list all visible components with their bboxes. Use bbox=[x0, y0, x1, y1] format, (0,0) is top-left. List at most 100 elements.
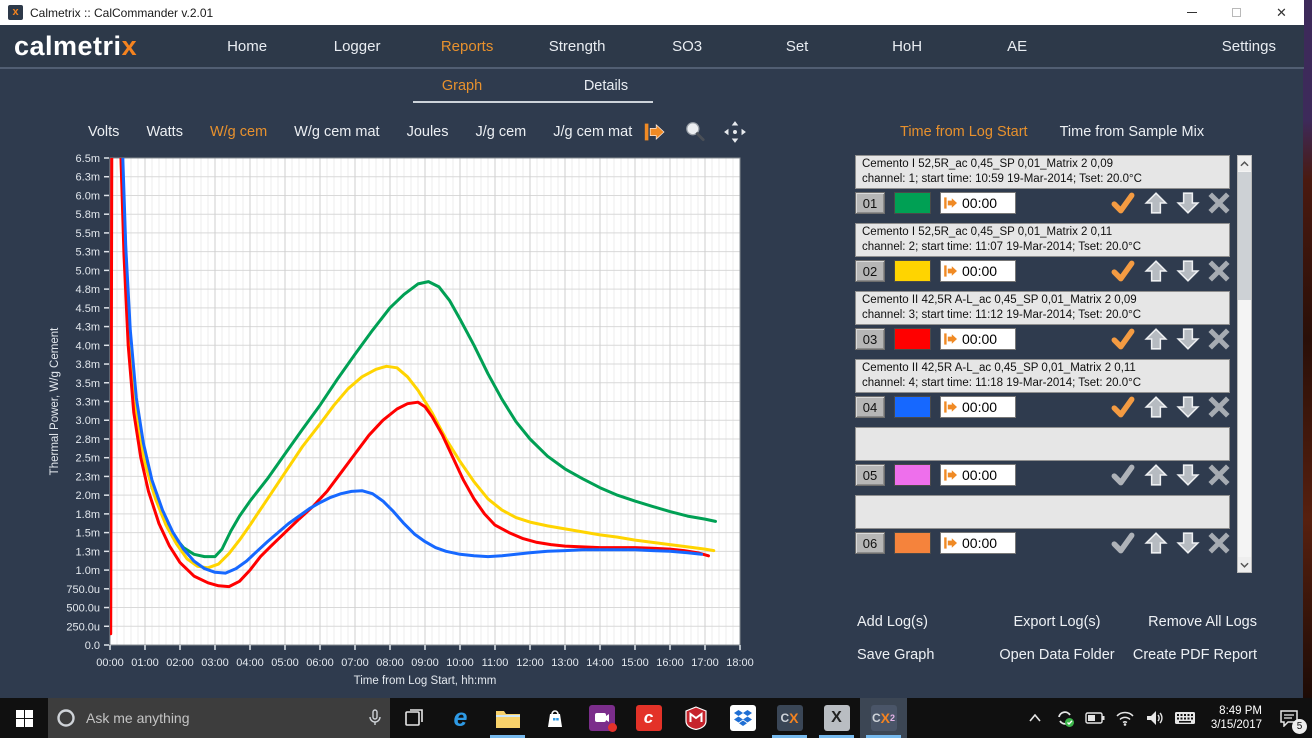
messaging-app-icon[interactable] bbox=[578, 698, 625, 738]
nav-item[interactable]: SO3 bbox=[632, 38, 742, 55]
channel-offset-field[interactable]: 00:00 bbox=[940, 328, 1016, 350]
chart-plot-area[interactable]: 6.5m6.3m6.0m5.8m5.5m5.3m5.0m4.8m4.5m4.3m… bbox=[38, 152, 758, 692]
edge-icon[interactable]: e bbox=[437, 698, 484, 738]
scroll-down-icon[interactable] bbox=[1238, 557, 1251, 572]
apply-check-icon[interactable] bbox=[1110, 259, 1136, 283]
move-up-icon[interactable] bbox=[1144, 191, 1168, 215]
apply-check-icon[interactable] bbox=[1110, 463, 1136, 487]
time-basis-option[interactable]: Time from Sample Mix bbox=[1060, 124, 1204, 140]
volume-icon[interactable] bbox=[1140, 698, 1170, 738]
nav-item[interactable]: AE bbox=[962, 38, 1072, 55]
unit-tab[interactable]: W/g cem bbox=[210, 124, 267, 140]
export-logs-button[interactable]: Export Log(s) bbox=[1013, 614, 1100, 630]
remove-log-icon[interactable] bbox=[1208, 192, 1230, 214]
channel-color-swatch[interactable] bbox=[894, 464, 931, 486]
move-down-icon[interactable] bbox=[1176, 259, 1200, 283]
nav-item[interactable]: Strength bbox=[522, 38, 632, 55]
task-view-icon[interactable] bbox=[390, 698, 437, 738]
channel-offset-field[interactable]: 00:00 bbox=[940, 464, 1016, 486]
move-down-icon[interactable] bbox=[1176, 463, 1200, 487]
channel-title-box[interactable]: Cemento I 52,5R_ac 0,45_SP 0,01_Matrix 2… bbox=[855, 223, 1230, 257]
file-explorer-icon[interactable] bbox=[484, 698, 531, 738]
report-subtab[interactable]: Graph bbox=[413, 78, 511, 94]
move-up-icon[interactable] bbox=[1144, 327, 1168, 351]
windows-start-icon[interactable] bbox=[0, 698, 48, 738]
remove-log-icon[interactable] bbox=[1208, 328, 1230, 350]
nav-item[interactable]: Home bbox=[192, 38, 302, 55]
cortana-search-box[interactable] bbox=[48, 698, 390, 738]
scrollbar-thumb[interactable] bbox=[1238, 172, 1251, 300]
move-up-icon[interactable] bbox=[1144, 259, 1168, 283]
move-up-icon[interactable] bbox=[1144, 395, 1168, 419]
nav-item[interactable]: Set bbox=[742, 38, 852, 55]
taskbar-clock[interactable]: 8:49 PM 3/15/2017 bbox=[1200, 704, 1266, 732]
remove-log-icon[interactable] bbox=[1208, 464, 1230, 486]
move-down-icon[interactable] bbox=[1176, 395, 1200, 419]
nav-item[interactable]: HoH bbox=[852, 38, 962, 55]
close-button[interactable]: ✕ bbox=[1259, 0, 1304, 25]
wifi-icon[interactable] bbox=[1110, 698, 1140, 738]
unit-tab[interactable]: J/g cem bbox=[476, 124, 527, 140]
nav-item[interactable]: Reports bbox=[412, 38, 522, 55]
move-down-icon[interactable] bbox=[1176, 191, 1200, 215]
remove-log-icon[interactable] bbox=[1208, 396, 1230, 418]
calcommander-2-icon[interactable]: CX2 bbox=[860, 698, 907, 738]
minimize-button[interactable] bbox=[1169, 0, 1214, 25]
unit-tab[interactable]: W/g cem mat bbox=[294, 124, 379, 140]
channel-offset-field[interactable]: 00:00 bbox=[940, 192, 1016, 214]
channel-color-swatch[interactable] bbox=[894, 260, 931, 282]
channel-title-box[interactable] bbox=[855, 495, 1230, 529]
microphone-icon[interactable] bbox=[368, 709, 382, 727]
apply-check-icon[interactable] bbox=[1110, 531, 1136, 555]
channel-offset-field[interactable]: 00:00 bbox=[940, 396, 1016, 418]
scroll-up-icon[interactable] bbox=[1238, 156, 1251, 171]
open-data-folder-button[interactable]: Open Data Folder bbox=[999, 647, 1114, 663]
remove-log-icon[interactable] bbox=[1208, 260, 1230, 282]
apply-check-icon[interactable] bbox=[1110, 395, 1136, 419]
apply-check-icon[interactable] bbox=[1110, 191, 1136, 215]
time-basis-option[interactable]: Time from Log Start bbox=[900, 124, 1028, 140]
channel-title-box[interactable] bbox=[855, 427, 1230, 461]
unit-tab[interactable]: Joules bbox=[407, 124, 449, 140]
nav-item-settings[interactable]: Settings bbox=[1222, 38, 1276, 55]
action-center-icon[interactable]: 5 bbox=[1266, 698, 1312, 738]
move-up-icon[interactable] bbox=[1144, 531, 1168, 555]
channel-color-swatch[interactable] bbox=[894, 328, 931, 350]
channel-color-swatch[interactable] bbox=[894, 396, 931, 418]
report-subtab[interactable]: Details bbox=[557, 78, 655, 94]
maximize-button[interactable] bbox=[1214, 0, 1259, 25]
channel-title-box[interactable]: Cemento I 52,5R_ac 0,45_SP 0,01_Matrix 2… bbox=[855, 155, 1230, 189]
create-pdf-report-button[interactable]: Create PDF Report bbox=[1133, 647, 1257, 663]
channel-list-scrollbar[interactable] bbox=[1237, 155, 1252, 573]
sync-status-tray-icon[interactable] bbox=[1050, 698, 1080, 738]
move-down-icon[interactable] bbox=[1176, 531, 1200, 555]
time-offset-flag-icon[interactable] bbox=[643, 120, 667, 144]
add-logs-button[interactable]: Add Log(s) bbox=[857, 614, 928, 630]
channel-offset-field[interactable]: 00:00 bbox=[940, 532, 1016, 554]
zoom-icon[interactable] bbox=[683, 120, 707, 144]
move-up-icon[interactable] bbox=[1144, 463, 1168, 487]
red-c-app-icon[interactable]: c bbox=[625, 698, 672, 738]
channel-title-box[interactable]: Cemento II 42,5R A-L_ac 0,45_SP 0,01_Mat… bbox=[855, 291, 1230, 325]
remove-log-icon[interactable] bbox=[1208, 532, 1230, 554]
move-down-icon[interactable] bbox=[1176, 327, 1200, 351]
keyboard-icon[interactable] bbox=[1170, 698, 1200, 738]
nav-item[interactable]: Logger bbox=[302, 38, 412, 55]
channel-title-box[interactable]: Cemento II 42,5R A-L_ac 0,45_SP 0,01_Mat… bbox=[855, 359, 1230, 393]
unit-tab[interactable]: Watts bbox=[146, 124, 183, 140]
unit-tab[interactable]: J/g cem mat bbox=[553, 124, 632, 140]
pan-icon[interactable] bbox=[723, 120, 747, 144]
tray-chevron-icon[interactable] bbox=[1020, 698, 1050, 738]
battery-icon[interactable] bbox=[1080, 698, 1110, 738]
mcafee-icon[interactable] bbox=[672, 698, 719, 738]
unit-tab[interactable]: Volts bbox=[88, 124, 119, 140]
x-app-icon[interactable]: X bbox=[813, 698, 860, 738]
dropbox-icon[interactable] bbox=[719, 698, 766, 738]
store-icon[interactable] bbox=[531, 698, 578, 738]
save-graph-button[interactable]: Save Graph bbox=[857, 647, 934, 663]
apply-check-icon[interactable] bbox=[1110, 327, 1136, 351]
channel-offset-field[interactable]: 00:00 bbox=[940, 260, 1016, 282]
channel-color-swatch[interactable] bbox=[894, 532, 931, 554]
search-input[interactable] bbox=[84, 709, 360, 727]
channel-color-swatch[interactable] bbox=[894, 192, 931, 214]
